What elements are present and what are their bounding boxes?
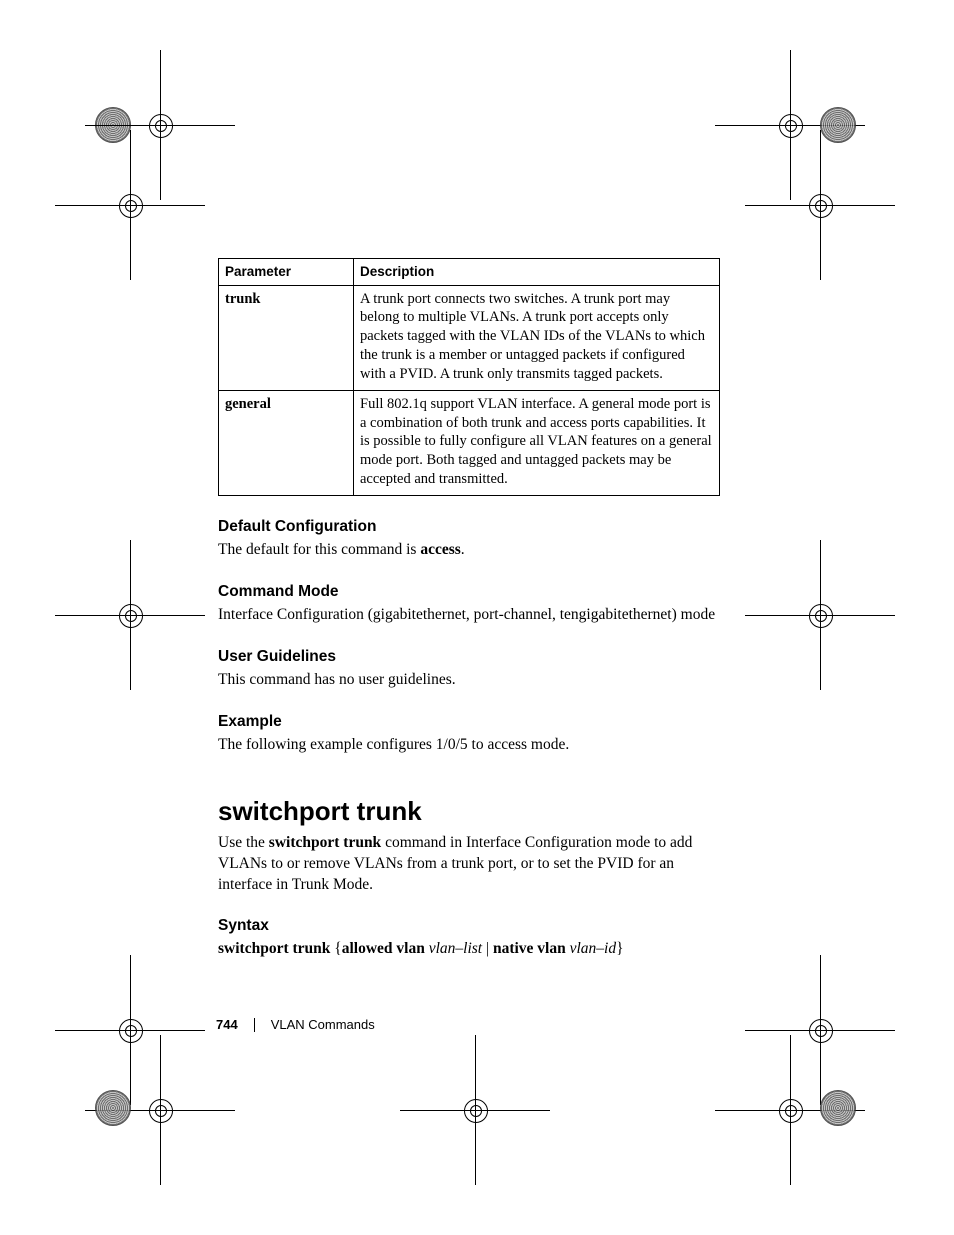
- rosette-icon: [820, 1090, 856, 1126]
- crop-mark-icon: [790, 585, 850, 645]
- content-column: Parameter Description trunk A trunk port…: [218, 258, 720, 960]
- table-cell-desc: Full 802.1q support VLAN interface. A ge…: [354, 390, 720, 495]
- heading-default-configuration: Default Configuration: [218, 518, 720, 536]
- text-command-mode: Interface Configuration (gigabitethernet…: [218, 605, 720, 626]
- footer-divider-icon: [254, 1018, 255, 1032]
- table-row: general Full 802.1q support VLAN interfa…: [219, 390, 720, 495]
- table-row: trunk A trunk port connects two switches…: [219, 285, 720, 390]
- page-footer: 744 VLAN Commands: [216, 1017, 375, 1032]
- heading-syntax: Syntax: [218, 917, 720, 935]
- crop-mark-icon: [790, 1000, 850, 1060]
- text-default-configuration: The default for this command is access.: [218, 540, 720, 561]
- text-command-intro: Use the switchport trunk command in Inte…: [218, 833, 720, 896]
- crop-mark-icon: [100, 1000, 160, 1060]
- crop-mark-icon: [130, 1080, 190, 1140]
- command-title: switchport trunk: [218, 796, 720, 827]
- crop-mark-icon: [760, 1080, 820, 1140]
- rosette-icon: [820, 107, 856, 143]
- table-cell-param: general: [219, 390, 354, 495]
- heading-user-guidelines: User Guidelines: [218, 648, 720, 666]
- text-example: The following example configures 1/0/5 t…: [218, 735, 720, 756]
- text-syntax: switchport trunk {allowed vlan vlan–list…: [218, 939, 720, 960]
- table-cell-desc: A trunk port connects two switches. A tr…: [354, 285, 720, 390]
- crop-mark-icon: [130, 95, 190, 155]
- parameter-table: Parameter Description trunk A trunk port…: [218, 258, 720, 496]
- table-header-description: Description: [354, 259, 720, 286]
- crop-mark-icon: [100, 585, 160, 645]
- crop-mark-icon: [445, 1080, 505, 1140]
- table-header-parameter: Parameter: [219, 259, 354, 286]
- heading-example: Example: [218, 713, 720, 731]
- crop-mark-icon: [760, 95, 820, 155]
- table-cell-param: trunk: [219, 285, 354, 390]
- heading-command-mode: Command Mode: [218, 583, 720, 601]
- footer-section: VLAN Commands: [271, 1017, 375, 1032]
- crop-mark-icon: [100, 175, 160, 235]
- text-user-guidelines: This command has no user guidelines.: [218, 670, 720, 691]
- page: Parameter Description trunk A trunk port…: [0, 0, 954, 1235]
- page-number: 744: [216, 1017, 238, 1032]
- rosette-icon: [95, 1090, 131, 1126]
- crop-mark-icon: [790, 175, 850, 235]
